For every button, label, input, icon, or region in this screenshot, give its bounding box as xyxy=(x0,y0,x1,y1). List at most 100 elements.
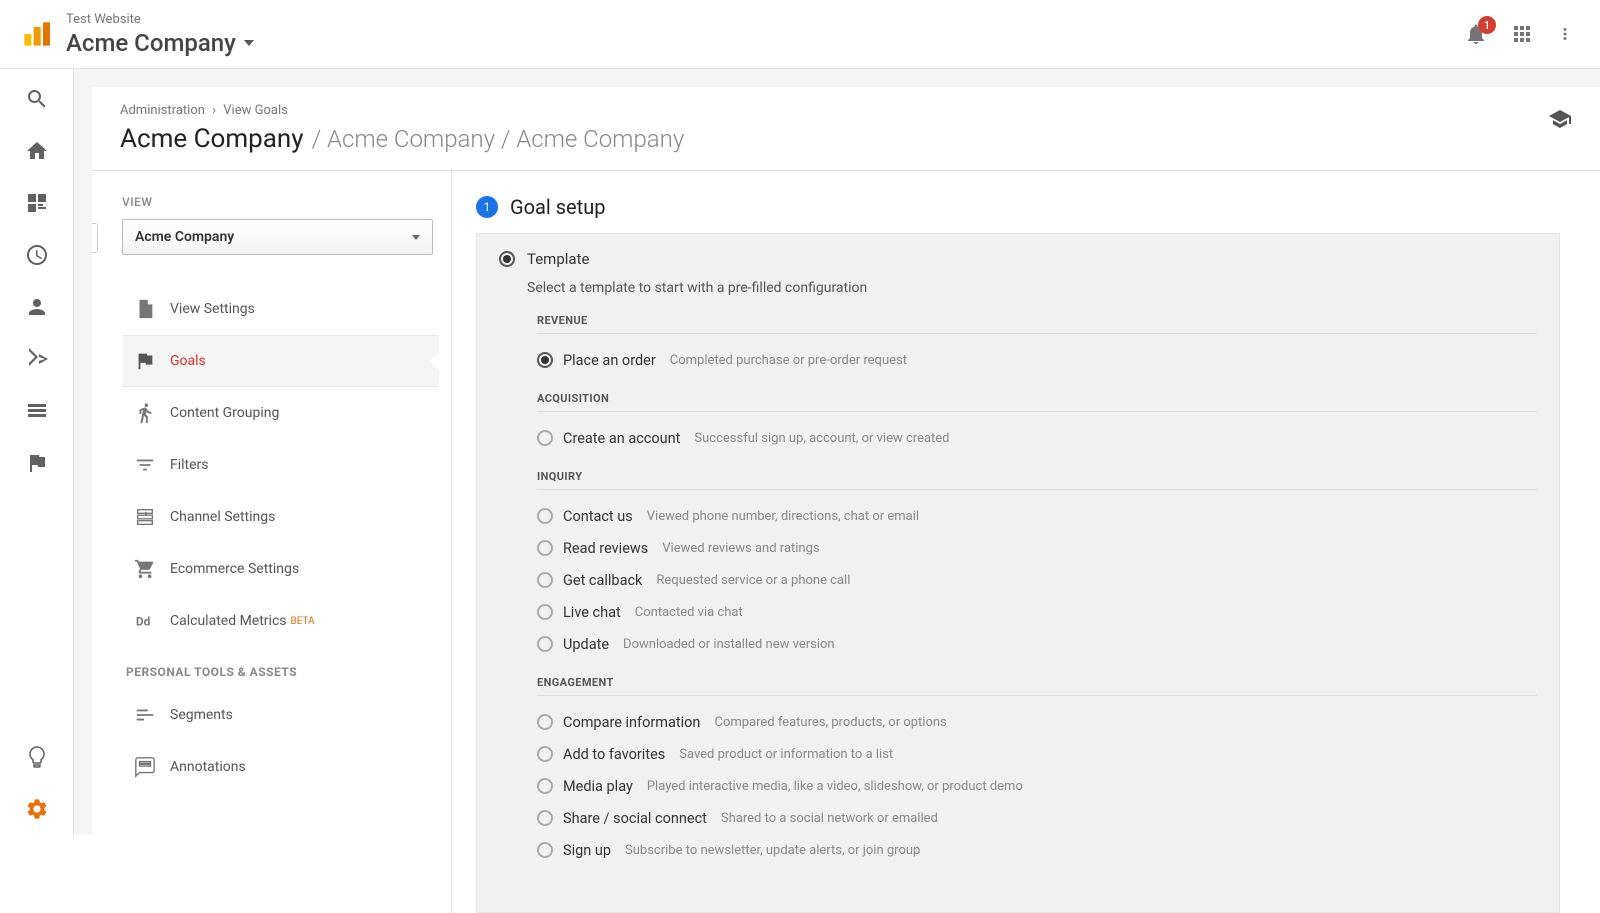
radio-icon xyxy=(499,251,515,267)
breadcrumb-admin[interactable]: Administration xyxy=(120,103,205,118)
template-option-row[interactable]: Place an order Completed purchase or pre-… xyxy=(537,344,1537,376)
top-header: Test Website Acme Company 1 xyxy=(0,0,1600,69)
radio-icon xyxy=(537,746,553,762)
template-option-row[interactable]: Contact usViewed phone number, direction… xyxy=(537,500,1537,532)
notifications-button[interactable]: 1 xyxy=(1464,22,1488,46)
left-rail xyxy=(0,69,74,835)
template-option-row[interactable]: Create an accountSuccessful sign up, acc… xyxy=(537,422,1537,454)
radio-icon xyxy=(537,604,553,620)
apps-grid-icon[interactable] xyxy=(1510,22,1534,46)
radio-icon xyxy=(537,430,553,446)
funnel-icon xyxy=(134,454,156,476)
view-select-value: Acme Company xyxy=(135,229,234,245)
notification-badge: 1 xyxy=(1478,16,1496,34)
admin-column: VIEW Acme Company View Settings Goals xyxy=(92,171,452,913)
template-section: INQUIRY Contact usViewed phone number, di… xyxy=(537,470,1537,660)
template-desc: Viewed reviews and ratings xyxy=(662,541,819,556)
menu-filters[interactable]: Filters xyxy=(122,439,439,491)
step-badge: 1 xyxy=(476,196,498,218)
step-title: Goal setup xyxy=(510,195,605,219)
menu-annotations[interactable]: Annotations xyxy=(122,741,439,793)
menu-label: View Settings xyxy=(170,301,255,317)
svg-text:Dd: Dd xyxy=(136,615,151,629)
audience-icon[interactable] xyxy=(25,295,49,319)
view-label: VIEW xyxy=(122,195,439,209)
template-option-row[interactable]: Get callbackRequested service or a phone… xyxy=(537,564,1537,596)
realtime-icon[interactable] xyxy=(25,243,49,267)
radio-icon xyxy=(537,778,553,794)
template-option-row[interactable]: Read reviewsViewed reviews and ratings xyxy=(537,532,1537,564)
menu-segments[interactable]: Segments xyxy=(122,689,439,741)
template-label: Template xyxy=(527,250,589,268)
template-section-heading: INQUIRY xyxy=(537,470,1537,490)
account-switcher[interactable]: Acme Company xyxy=(66,29,1464,57)
behavior-icon[interactable] xyxy=(25,399,49,423)
template-name: Share / social connect xyxy=(563,810,707,827)
template-desc: Completed purchase or pre-order request xyxy=(670,353,907,368)
search-icon[interactable] xyxy=(25,87,49,111)
template-desc: Viewed phone number, directions, chat or… xyxy=(647,509,919,524)
document-icon xyxy=(134,298,156,320)
collapse-panel-button[interactable] xyxy=(92,223,98,253)
template-section: ACQUISITION Create an accountSuccessful s… xyxy=(537,392,1537,454)
view-select[interactable]: Acme Company xyxy=(122,219,433,255)
more-vert-icon[interactable] xyxy=(1556,22,1574,46)
goal-setup-panel: 1 Goal setup Template Select a template … xyxy=(452,171,1600,913)
discover-icon[interactable] xyxy=(25,745,49,769)
admin-gear-icon[interactable] xyxy=(25,797,49,821)
menu-goals[interactable]: Goals xyxy=(122,335,439,387)
menu-channel-settings[interactable]: Channel Settings xyxy=(122,491,439,543)
menu-view-settings[interactable]: View Settings xyxy=(122,283,439,335)
page-title: Acme Company xyxy=(120,124,304,154)
template-option-row[interactable]: Live chat Contacted via chat xyxy=(537,596,1537,628)
breadcrumb-sep: › xyxy=(212,103,216,118)
template-section-heading: ACQUISITION xyxy=(537,392,1537,412)
template-desc: Saved product or information to a list xyxy=(679,747,893,762)
menu-calculated-metrics[interactable]: Dd Calculated Metrics BETA xyxy=(122,595,439,647)
template-option-row[interactable]: Media playPlayed interactive media, like… xyxy=(537,770,1537,802)
template-desc: Subscribe to newsletter, update alerts, … xyxy=(625,843,920,858)
menu-label: Goals xyxy=(170,353,206,369)
template-desc: Compared features, products, or options xyxy=(714,715,946,730)
template-desc: Requested service or a phone call xyxy=(656,573,850,588)
education-icon[interactable] xyxy=(1548,107,1572,131)
menu-ecommerce-settings[interactable]: Ecommerce Settings xyxy=(122,543,439,595)
dd-icon: Dd xyxy=(134,610,156,632)
annotation-icon xyxy=(134,756,156,778)
page-title-path: / Acme Company / Acme Company xyxy=(312,125,685,153)
template-option-row[interactable]: Sign upSubscribe to newsletter, update a… xyxy=(537,834,1537,866)
template-desc: Successful sign up, account, or view cre… xyxy=(694,431,949,446)
menu-label: Ecommerce Settings xyxy=(170,561,299,577)
header-title: Acme Company xyxy=(66,29,236,57)
customization-icon[interactable] xyxy=(25,191,49,215)
radio-icon xyxy=(537,352,553,368)
template-name: Place an order xyxy=(563,352,656,369)
menu-content-grouping[interactable]: Content Grouping xyxy=(122,387,439,439)
acquisition-icon[interactable] xyxy=(25,347,49,371)
ga-logo-icon xyxy=(22,20,50,48)
template-desc: Downloaded or installed new version xyxy=(623,637,835,652)
home-icon[interactable] xyxy=(25,139,49,163)
template-option-row[interactable]: Add to favoritesSaved product or informa… xyxy=(537,738,1537,770)
menu-label: Annotations xyxy=(170,759,246,775)
template-option-row[interactable]: Compare informationCompared features, pr… xyxy=(537,706,1537,738)
conversions-icon[interactable] xyxy=(25,451,49,475)
template-help: Select a template to start with a pre-fi… xyxy=(527,280,1537,296)
template-option[interactable]: Template xyxy=(499,250,1537,268)
beta-badge: BETA xyxy=(291,616,315,627)
menu-label: Segments xyxy=(170,707,233,723)
template-name: Live chat xyxy=(563,604,621,621)
template-option-row[interactable]: Share / social connect Shared to a social… xyxy=(537,802,1537,834)
template-name: Update xyxy=(563,636,609,653)
template-desc: Contacted via chat xyxy=(635,605,743,620)
template-desc: Shared to a social network or emailed xyxy=(721,811,938,826)
header-subtitle: Test Website xyxy=(66,12,1464,27)
template-name: Media play xyxy=(563,778,633,795)
menu-label: Calculated Metrics xyxy=(170,613,287,629)
chevron-down-icon xyxy=(412,235,420,240)
breadcrumb: Administration › View Goals xyxy=(120,103,1572,118)
template-option-row[interactable]: Update Downloaded or installed new versio… xyxy=(537,628,1537,660)
channel-icon xyxy=(134,506,156,528)
template-section: ENGAGEMENTCompare informationCompared fe… xyxy=(537,676,1537,866)
radio-icon xyxy=(537,842,553,858)
